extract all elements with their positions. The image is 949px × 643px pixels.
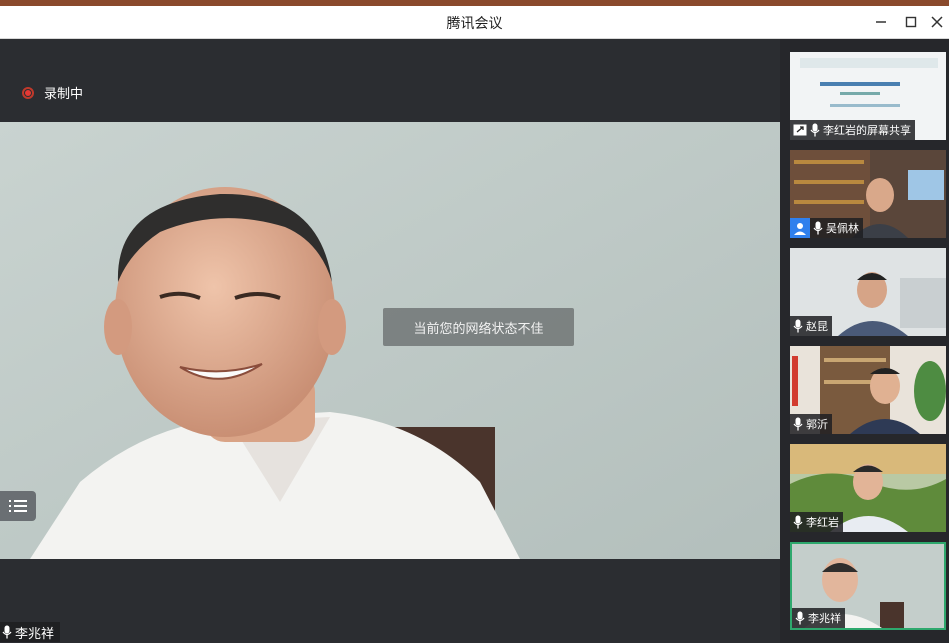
network-warning: 当前您的网络状态不佳 — [383, 308, 574, 346]
main-stage: 录制中 当前您的网络状态不佳 李兆祥 — [0, 39, 780, 643]
maximize-icon — [905, 16, 917, 28]
maximize-button[interactable] — [900, 12, 922, 32]
participant-tile-screen-share[interactable]: 李红岩的屏幕共享 — [790, 52, 946, 140]
host-badge — [790, 218, 810, 238]
participant-label: 吴佩林 — [790, 218, 863, 238]
participant-tile-active[interactable]: 李兆祥 — [790, 542, 946, 630]
microphone-icon — [793, 319, 803, 333]
minimize-button[interactable] — [870, 12, 892, 32]
microphone-icon — [793, 515, 803, 529]
list-icon — [9, 500, 27, 512]
title-bar: 腾讯会议 — [0, 6, 949, 39]
participant-name: 李红岩的屏幕共享 — [823, 124, 911, 137]
user-icon — [794, 223, 806, 235]
window-title: 腾讯会议 — [446, 16, 503, 32]
participant-label: 郭沂 — [790, 414, 832, 434]
participant-name: 李兆祥 — [808, 612, 841, 625]
microphone-icon — [813, 221, 823, 235]
participant-tile[interactable]: 李红岩 — [790, 444, 946, 532]
participant-name: 吴佩林 — [826, 222, 859, 235]
participant-sidebar: 李红岩的屏幕共享 吴佩林 赵昆 郭沂 李红岩 李兆祥 — [780, 39, 949, 643]
close-button[interactable] — [926, 12, 948, 32]
recording-indicator[interactable]: 录制中 — [22, 83, 83, 102]
participant-label: 李兆祥 — [792, 608, 845, 628]
main-video[interactable]: 当前您的网络状态不佳 — [0, 122, 780, 559]
close-icon — [931, 16, 943, 28]
share-screen-icon — [793, 124, 807, 136]
participant-label: 赵昆 — [790, 316, 832, 336]
participant-tile[interactable]: 吴佩林 — [790, 150, 946, 238]
microphone-icon — [793, 417, 803, 431]
participant-tile[interactable]: 郭沂 — [790, 346, 946, 434]
participant-label: 李红岩的屏幕共享 — [790, 120, 915, 140]
microphone-icon — [810, 123, 820, 137]
participant-name: 李红岩 — [806, 516, 839, 529]
participant-tile[interactable]: 赵昆 — [790, 248, 946, 336]
microphone-icon — [795, 611, 805, 625]
recording-label: 录制中 — [44, 87, 84, 102]
microphone-icon — [2, 625, 12, 639]
speaker-name: 李兆祥 — [15, 626, 55, 642]
member-list-button[interactable] — [0, 491, 36, 521]
participant-name: 赵昆 — [806, 320, 828, 333]
participant-name: 郭沂 — [806, 418, 828, 431]
recording-icon — [22, 86, 34, 99]
participant-label: 李红岩 — [790, 512, 843, 532]
speaker-name-label: 李兆祥 — [0, 622, 61, 642]
minimize-icon — [876, 21, 886, 23]
